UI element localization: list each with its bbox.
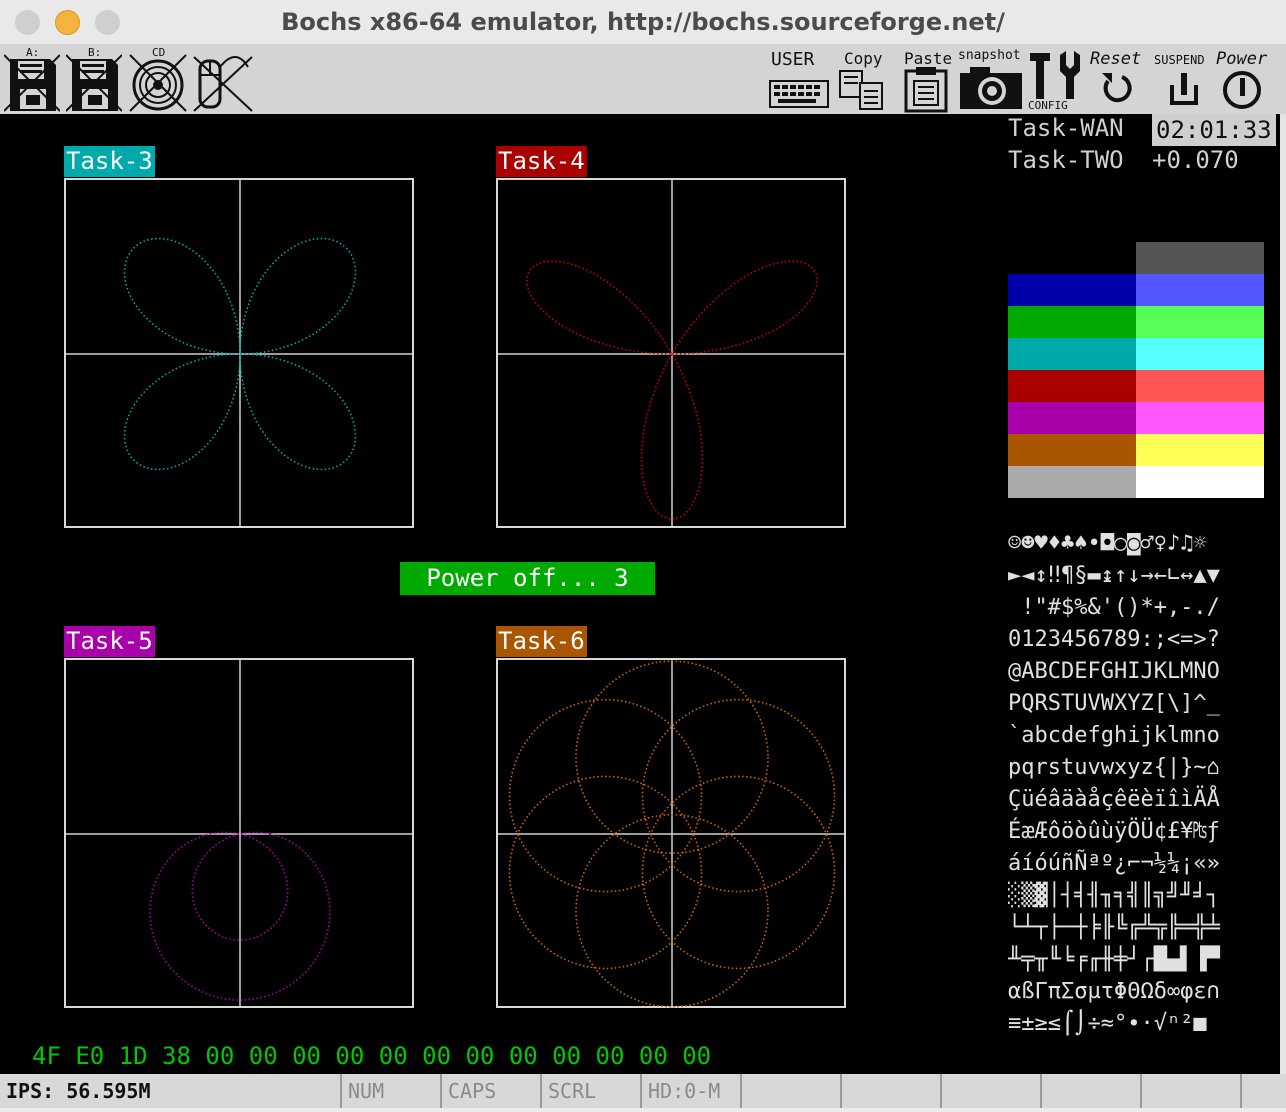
emulator-screen[interactable]: Task-3 Task-4 Power off... 3 Task-5 Task… (0, 114, 1280, 1074)
status-cell-empty (1142, 1074, 1242, 1108)
mouse-icon (193, 56, 253, 112)
palette-swatch (1136, 274, 1264, 306)
task-3-graph (66, 180, 412, 526)
charset-line: ≡±≥≤⌠⌡÷≈°∙·√ⁿ²■ (1008, 1011, 1220, 1036)
status-cell-empty (842, 1074, 942, 1108)
config-label: CONFIG (1028, 99, 1068, 112)
palette-swatch (1008, 274, 1136, 306)
task-6-graph (498, 660, 844, 1008)
task-4-label: Task-4 (496, 146, 587, 177)
task-3-label: Task-3 (64, 146, 155, 177)
palette-swatch (1136, 338, 1264, 370)
charset-line: ░▒▓│┤╡╢╖╕╣║╗╝╜╛┐ (1008, 883, 1220, 908)
power-label: Power (1216, 49, 1268, 69)
suspend-label: SUSPEND (1154, 53, 1205, 67)
num-lock-indicator: NUM (342, 1074, 442, 1108)
palette-swatch (1136, 306, 1264, 338)
snapshot-label: snapshot (958, 48, 1021, 63)
task-3-plot (64, 178, 414, 528)
status-cell-empty (1042, 1074, 1142, 1108)
title-bar: Bochs x86-64 emulator, http://bochs.sour… (0, 0, 1286, 45)
suspend-button[interactable]: SUSPEND (1152, 45, 1216, 114)
charset-line: ☺☻♥♦♣♠•◘○◙♂♀♪♫☼ (1008, 531, 1207, 556)
charset-line: PQRSTUVWXYZ[\]^_ (1008, 691, 1220, 716)
user-label: USER (771, 49, 815, 70)
task-wan-clock: 02:01:33 (1152, 114, 1276, 146)
status-cell-empty (942, 1074, 1042, 1108)
palette-swatch (1008, 370, 1136, 402)
task-5-label: Task-5 (64, 626, 155, 657)
charset-line: └┴┬├─┼╞╟╚╔╩╦╠═╬╧ (1008, 915, 1220, 940)
status-cell-empty (742, 1074, 842, 1108)
hex-dump: 4F E0 1D 38 00 00 00 00 00 00 00 00 00 0… (32, 1042, 712, 1070)
palette-swatch (1136, 242, 1264, 274)
palette-swatch (1008, 466, 1136, 498)
charset-line: !"#$%&'()*+,-./ (1008, 595, 1220, 620)
charset-line: ►◄↕‼¶§▬↨↑↓→←∟↔▲▼ (1008, 563, 1220, 588)
task-two-label: Task-TWO (1008, 146, 1124, 174)
palette-swatch (1008, 338, 1136, 370)
status-bar: IPS: 56.595M NUM CAPS SCRL HD:0-M (0, 1074, 1286, 1108)
charset-line: pqrstuvwxyz{|}~⌂ (1008, 755, 1220, 780)
task-6-label: Task-6 (496, 626, 587, 657)
charset-line: 0123456789:;<=>? (1008, 627, 1220, 652)
task-wan-label: Task-WAN (1008, 114, 1124, 142)
paste-button[interactable]: Paste (900, 45, 956, 114)
snapshot-button[interactable]: snapshot (956, 45, 1026, 114)
user-button[interactable]: USER (768, 45, 830, 114)
mouse-capture-button[interactable] (192, 45, 254, 114)
cdrom-button[interactable]: CD (128, 45, 188, 114)
character-set: ☺☻♥♦♣♠•◘○◙♂♀♪♫☼ ►◄↕‼¶§▬↨↑↓→←∟↔▲▼ !"#$%&'(… (1008, 528, 1270, 1040)
palette-swatch (1008, 306, 1136, 338)
hd-indicator: HD:0-M (642, 1074, 742, 1108)
ips-indicator: IPS: 56.595M (0, 1074, 342, 1108)
scroll-lock-indicator: SCRL (542, 1074, 642, 1108)
color-palette (1008, 242, 1264, 498)
palette-swatch (1136, 466, 1264, 498)
palette-swatch (1136, 370, 1264, 402)
task-4-graph (498, 180, 844, 526)
floppy-b-button[interactable]: B: (65, 45, 123, 114)
paste-label: Paste (904, 49, 953, 68)
caps-lock-indicator: CAPS (442, 1074, 542, 1108)
copy-label: Copy (844, 49, 883, 68)
task-4-plot (496, 178, 846, 528)
task-6-plot (496, 658, 846, 1008)
task-two-value: +0.070 (1152, 146, 1239, 174)
toolbar: A: B: CD USER Copy Paste snapshot CONFIG… (0, 45, 1286, 114)
charset-line: αßΓπΣσµτΦΘΩδ∞φε∩ (1008, 979, 1220, 1004)
reset-label: Reset (1090, 49, 1142, 69)
config-button[interactable]: CONFIG (1026, 45, 1086, 114)
palette-swatch (1136, 402, 1264, 434)
charset-line: `abcdefghijklmno (1008, 723, 1220, 748)
charset-line: ╨╤╥╙╘╒╓╫╪┘┌█▄▌▐▀ (1008, 947, 1220, 972)
charset-line: ÇüéâäàåçêëèïîìÄÅ (1008, 787, 1220, 812)
window-title: Bochs x86-64 emulator, http://bochs.sour… (281, 8, 1005, 36)
power-off-message: Power off... 3 (400, 562, 655, 595)
palette-swatch (1008, 434, 1136, 466)
floppy-b-label: B: (88, 46, 102, 59)
palette-swatch (1136, 434, 1264, 466)
palette-swatch (1008, 242, 1136, 274)
window-edge (1280, 114, 1286, 1074)
charset-line: @ABCDEFGHIJKLMNO (1008, 659, 1220, 684)
floppy-a-label: A: (26, 46, 40, 59)
copy-button[interactable]: Copy (834, 45, 890, 114)
charset-line: áíóúñÑªº¿⌐¬½¼¡«» (1008, 851, 1220, 876)
cdrom-label: CD (152, 46, 166, 59)
task-5-plot (64, 658, 414, 1008)
floppy-a-button[interactable]: A: (3, 45, 61, 114)
power-button[interactable]: Power (1214, 45, 1278, 114)
task-5-graph (66, 660, 412, 1006)
palette-swatch (1008, 402, 1136, 434)
charset-line: ÉæÆôöòûùÿÖÜ¢£¥₧ƒ (1008, 819, 1220, 844)
reset-button[interactable]: Reset (1088, 45, 1154, 114)
